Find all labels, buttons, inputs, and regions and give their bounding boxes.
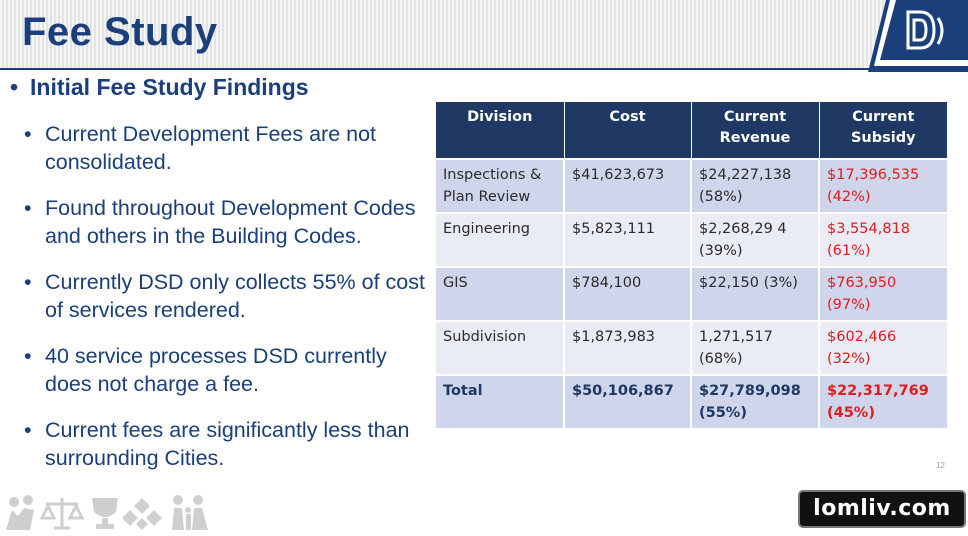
heading-bullet: • [10, 74, 19, 100]
watermark-badge: lomliv.com [798, 490, 966, 528]
revenue-cell: $2,268,29 4 (39%) [691, 212, 820, 267]
division-cell: Inspections & Plan Review [436, 158, 565, 213]
slide-title: Fee Study [22, 10, 218, 54]
findings-list: • Current Development Fees are not consol… [22, 120, 432, 472]
list-item: • 40 service processes DSD currently does… [22, 342, 432, 398]
footer-icon-strip [2, 492, 222, 531]
table-row: GIS $784,100 $22,150 (3%) $763,950 (97%) [436, 266, 947, 321]
revenue-cell: $24,227,138 (58%) [691, 158, 820, 213]
division-cell: GIS [436, 266, 565, 321]
revenue-cell: 1,271,517 (68%) [691, 320, 820, 375]
diamond-pattern-icon [122, 498, 162, 530]
subsidy-cell: $602,466 (32%) [819, 320, 947, 375]
header-division: Division [436, 102, 565, 159]
subsidy-cell: $17,396,535 (42%) [819, 158, 947, 213]
list-bullet: • [24, 418, 32, 442]
list-bullet: • [24, 344, 32, 368]
total-division-cell: Total [436, 374, 565, 428]
table-header-row: Division Cost Current Revenue Current Su… [436, 102, 947, 159]
table-row: Inspections & Plan Review $41,623,673 $2… [436, 158, 947, 213]
findings-heading-text: Initial Fee Study Findings [30, 74, 309, 100]
people-icon [6, 495, 34, 530]
table-row: Engineering $5,823,111 $2,268,29 4 (39%)… [436, 212, 947, 267]
header-current-subsidy: Current Subsidy [819, 102, 947, 159]
subsidy-cell: $763,950 (97%) [819, 266, 947, 321]
list-item: • Currently DSD only collects 55% of cost… [22, 268, 432, 324]
cost-cell: $5,823,111 [564, 212, 692, 267]
list-bullet: • [24, 270, 32, 294]
revenue-cell: $22,150 (3%) [691, 266, 820, 321]
table-row: Subdivision $1,873,983 1,271,517 (68%) $… [436, 320, 947, 375]
total-revenue-cell: $27,789,098 (55%) [691, 374, 820, 428]
total-subsidy-cell: $22,317,769 (45%) [819, 374, 947, 428]
division-cell: Subdivision [436, 320, 565, 375]
cost-cell: $784,100 [564, 266, 692, 321]
division-cell: Engineering [436, 212, 565, 267]
table-total-row: Total $50,106,867 $27,789,098 (55%) $22,… [436, 374, 947, 428]
findings-heading: • Initial Fee Study Findings [10, 74, 309, 101]
list-item-text: 40 service processes DSD currently does … [45, 344, 387, 396]
fee-table: Division Cost Current Revenue Current Su… [436, 102, 947, 428]
list-item: • Current Development Fees are not consol… [22, 120, 432, 176]
page-number: 12 [936, 461, 945, 470]
list-item-text: Currently DSD only collects 55% of cost … [45, 270, 425, 322]
header-current-revenue: Current Revenue [691, 102, 820, 159]
list-item-text: Current fees are significantly less than… [45, 418, 410, 470]
total-cost-cell: $50,106,867 [564, 374, 692, 428]
cost-cell: $1,873,983 [564, 320, 692, 375]
title-rule [0, 68, 872, 70]
list-bullet: • [24, 122, 32, 146]
list-item: • Current fees are significantly less tha… [22, 416, 432, 472]
trophy-icon [92, 498, 118, 529]
list-item-text: Current Development Fees are not consoli… [45, 122, 377, 174]
cost-cell: $41,623,673 [564, 158, 692, 213]
family-icon [172, 495, 208, 530]
dsd-logo-icon [868, 0, 968, 72]
list-item: • Found throughout Development Codes and … [22, 194, 432, 250]
list-item-text: Found throughout Development Codes and o… [45, 196, 416, 248]
scales-icon [39, 498, 85, 530]
list-bullet: • [24, 196, 32, 220]
header-cost: Cost [564, 102, 692, 159]
subsidy-cell: $3,554,818 (61%) [819, 212, 947, 267]
